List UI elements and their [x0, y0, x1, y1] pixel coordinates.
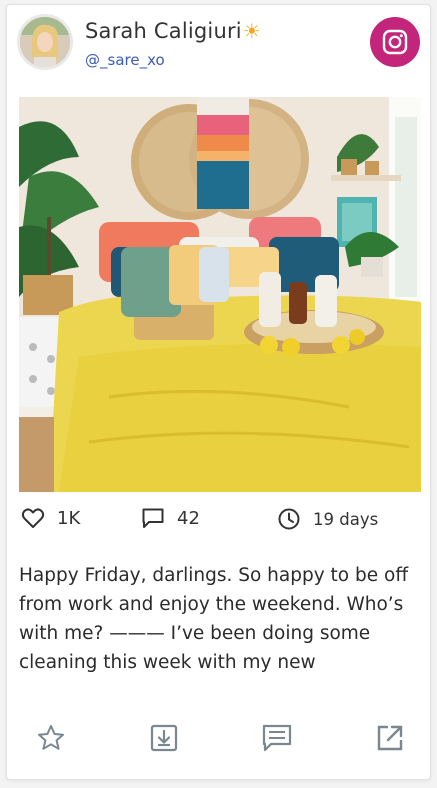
- post-stats: 1K 42 19 days: [7, 507, 430, 537]
- message-icon: [262, 724, 292, 752]
- external-link-icon: [377, 725, 403, 751]
- post-caption: Happy Friday, darlings. So happy to be o…: [19, 565, 409, 673]
- heart-icon: [21, 508, 45, 528]
- user-handle[interactable]: @_sare_xo: [85, 51, 165, 69]
- reply-button[interactable]: [260, 721, 294, 755]
- instagram-icon: [382, 29, 408, 55]
- download-icon: [150, 724, 178, 752]
- sun-emoji: ☀: [242, 19, 261, 43]
- comments-stat[interactable]: 42: [141, 507, 200, 529]
- instagram-button[interactable]: [370, 17, 420, 67]
- download-button[interactable]: [147, 721, 181, 755]
- post-photo[interactable]: [19, 97, 421, 492]
- star-icon: [38, 725, 64, 750]
- post-age: 19 days: [313, 509, 379, 529]
- open-post-button[interactable]: [373, 721, 407, 755]
- clock-icon: [278, 508, 300, 530]
- user-name[interactable]: Sarah Caligiuri☀: [85, 19, 261, 43]
- likes-count: 1K: [57, 507, 81, 529]
- user-name-text: Sarah Caligiuri: [85, 19, 242, 43]
- post-actions: [7, 721, 430, 755]
- age-stat: 19 days: [277, 507, 378, 531]
- comments-count: 42: [177, 507, 200, 529]
- post-card: Sarah Caligiuri☀ @_sare_xo 1K 42 19 days…: [6, 4, 431, 780]
- favorite-button[interactable]: [34, 721, 68, 755]
- likes-stat[interactable]: 1K: [21, 507, 80, 529]
- comment-icon: [142, 508, 164, 528]
- avatar[interactable]: [17, 14, 73, 70]
